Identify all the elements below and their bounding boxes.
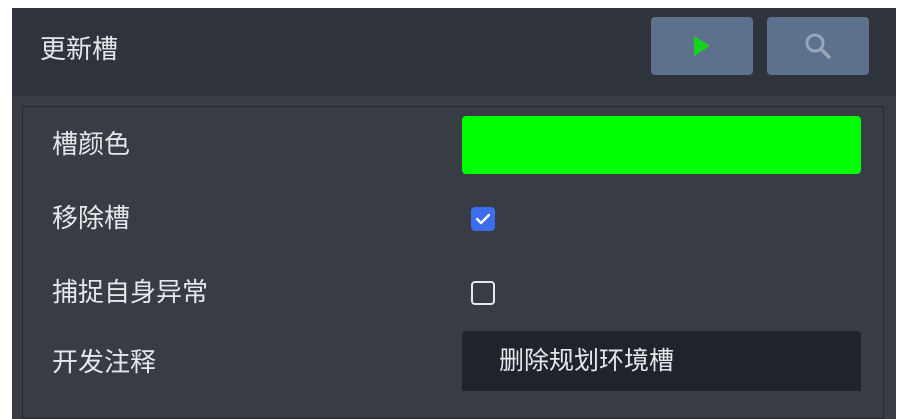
dev-comment-label: 开发注释 [52, 348, 157, 378]
search-button[interactable] [767, 17, 869, 75]
search-icon [805, 33, 831, 59]
slot-color-swatch[interactable] [462, 116, 861, 174]
dev-comment-field[interactable]: 删除规划环境槽 [462, 331, 861, 391]
slot-color-label: 槽颜色 [52, 130, 131, 160]
properties-body: 槽颜色 移除槽 捕捉自身异常 开发注释 删除规划环境槽 [22, 106, 884, 419]
catch-self-exception-label: 捕捉自身异常 [52, 278, 209, 308]
panel-header: 更新槽 [12, 8, 896, 96]
run-button[interactable] [651, 17, 753, 75]
checkmark-icon [475, 213, 491, 225]
update-slot-panel: 更新槽 槽颜色 移除槽 捕捉自身异常 开发注释 删除规划环境槽 [12, 8, 896, 419]
catch-self-exception-checkbox[interactable] [471, 281, 495, 305]
remove-slot-label: 移除槽 [52, 204, 131, 234]
play-icon [694, 36, 710, 56]
panel-title: 更新槽 [40, 35, 119, 65]
remove-slot-checkbox[interactable] [471, 207, 495, 231]
